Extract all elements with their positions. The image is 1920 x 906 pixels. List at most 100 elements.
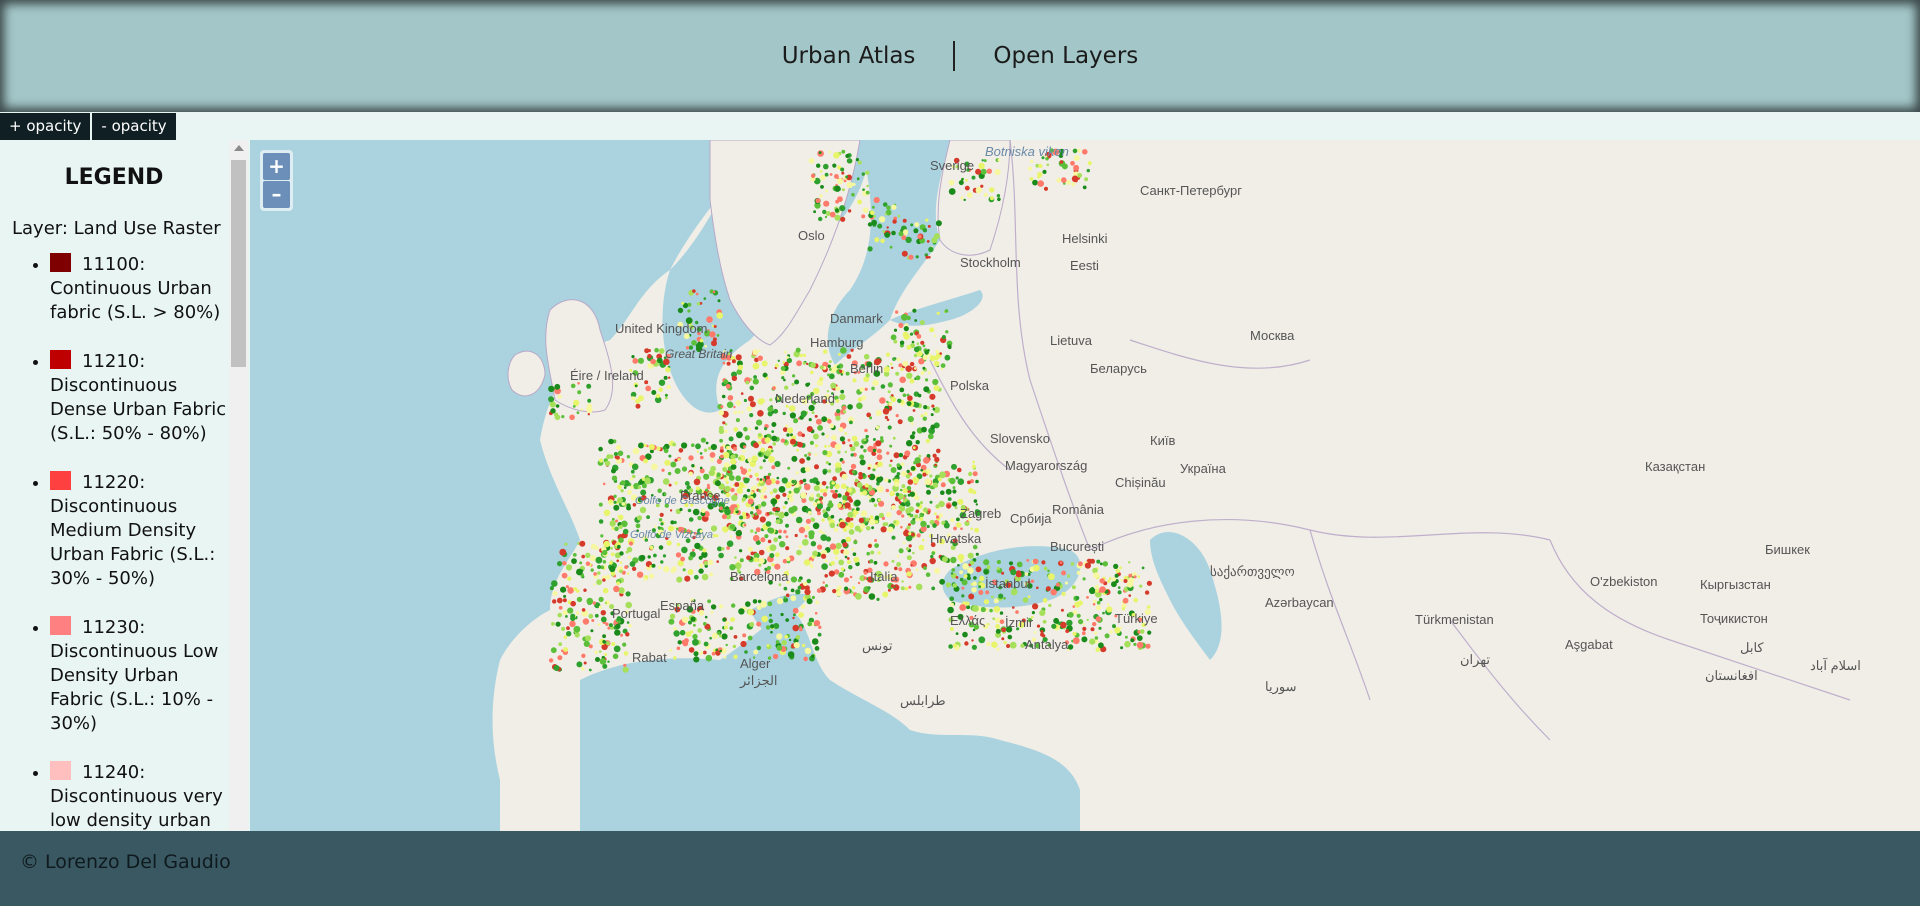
map-label: Zagreb <box>960 506 1001 521</box>
land-use-patch <box>836 365 840 369</box>
land-use-patch <box>737 364 744 370</box>
land-use-patch <box>905 474 911 479</box>
land-use-patch <box>737 410 741 414</box>
land-use-patch <box>682 568 686 572</box>
land-use-patch <box>734 482 740 487</box>
land-use-patch <box>915 255 919 259</box>
nav-link-open-layers[interactable]: Open Layers <box>993 43 1138 69</box>
land-use-patch <box>1106 603 1110 606</box>
land-use-patch <box>565 564 573 571</box>
land-use-patch <box>827 419 832 424</box>
legend-scrollbar[interactable] <box>229 140 248 831</box>
land-use-patch <box>875 410 882 416</box>
land-use-patch <box>570 600 576 607</box>
land-use-patch <box>557 394 562 399</box>
land-use-patch <box>935 504 940 509</box>
land-use-patch <box>903 229 909 235</box>
land-use-patch <box>864 387 868 391</box>
zoom-out-button[interactable]: – <box>263 181 290 208</box>
land-use-patch <box>915 568 919 571</box>
land-use-patch <box>776 507 781 512</box>
land-use-patch <box>747 546 753 552</box>
land-use-patch <box>814 611 818 615</box>
land-use-patch <box>658 518 663 522</box>
land-use-patch <box>609 561 613 565</box>
land-use-patch <box>634 384 638 388</box>
land-use-patch <box>907 479 914 485</box>
land-use-patch <box>825 461 830 465</box>
land-use-patch <box>845 517 851 523</box>
land-use-patch <box>881 516 886 520</box>
land-use-patch <box>823 163 829 170</box>
land-use-patch <box>989 196 995 201</box>
land-use-patch <box>1102 561 1108 567</box>
map-label: Helsinki <box>1062 231 1108 246</box>
land-use-patch <box>829 522 836 529</box>
land-use-patch <box>613 494 617 498</box>
scroll-up-arrow-icon[interactable] <box>234 145 244 151</box>
land-use-patch <box>1082 185 1087 190</box>
land-use-patch <box>759 398 765 404</box>
map-viewport[interactable]: Sverige Botniska viken Санкт-Петербург H… <box>250 140 1920 831</box>
land-use-patch <box>853 441 860 447</box>
map-label: Nederland <box>775 391 835 406</box>
land-use-patch <box>1070 160 1075 166</box>
land-use-patch <box>759 465 763 470</box>
land-use-patch <box>1122 597 1129 604</box>
legend-layer-label: Layer: Land Use Raster <box>12 218 221 239</box>
decrease-opacity-button[interactable]: - opacity <box>92 113 176 140</box>
land-use-patch <box>750 529 754 533</box>
land-use-patch <box>663 375 668 380</box>
land-use-patch <box>625 632 630 637</box>
land-use-patch <box>892 436 896 440</box>
land-use-patch <box>846 560 851 565</box>
land-use-patch <box>555 621 561 627</box>
land-use-patch <box>771 563 775 567</box>
land-use-patch <box>1117 590 1122 595</box>
land-use-patch <box>937 477 942 482</box>
land-use-patch <box>608 623 613 628</box>
land-use-patch <box>638 442 644 449</box>
map-label: Magyarország <box>1005 458 1087 473</box>
land-use-patch <box>846 496 852 501</box>
land-use-patch <box>801 539 809 546</box>
land-use-patch <box>876 448 882 454</box>
land-use-patch <box>752 349 759 356</box>
land-use-patch <box>935 515 940 519</box>
increase-opacity-button[interactable]: + opacity <box>0 113 91 140</box>
map-label: سوريا <box>1265 679 1296 695</box>
legend-scroll-thumb[interactable] <box>231 160 246 367</box>
land-use-patch <box>1124 640 1131 648</box>
land-use-patch <box>998 593 1004 599</box>
nav-link-urban-atlas[interactable]: Urban Atlas <box>782 43 916 69</box>
land-use-patch <box>827 445 831 448</box>
land-use-patch <box>762 459 766 463</box>
land-use-patch <box>834 208 840 213</box>
land-use-patch <box>550 647 557 654</box>
land-use-patch <box>869 518 876 525</box>
land-use-patch <box>710 611 714 614</box>
land-use-patch <box>747 635 753 641</box>
land-use-patch <box>778 486 786 493</box>
land-use-patch <box>811 638 819 645</box>
land-use-patch <box>548 658 554 663</box>
land-use-patch <box>749 474 753 479</box>
land-use-patch <box>888 464 892 467</box>
land-use-patch <box>817 511 821 516</box>
map-canvas[interactable]: Sverige Botniska viken Санкт-Петербург H… <box>250 140 1920 831</box>
land-use-patch <box>681 466 688 472</box>
land-use-patch <box>1003 597 1006 600</box>
land-use-patch <box>1050 589 1057 596</box>
land-use-patch <box>800 492 807 499</box>
zoom-in-button[interactable]: + <box>263 153 290 180</box>
land-use-patch <box>729 524 736 530</box>
land-use-patch <box>626 503 631 508</box>
land-use-patch <box>703 622 707 626</box>
land-use-patch <box>891 505 896 510</box>
land-use-patch <box>712 534 717 538</box>
land-use-patch <box>737 456 742 461</box>
land-use-patch <box>874 237 880 243</box>
land-use-patch <box>740 640 747 648</box>
land-use-patch <box>607 626 611 630</box>
land-use-patch <box>590 629 594 633</box>
